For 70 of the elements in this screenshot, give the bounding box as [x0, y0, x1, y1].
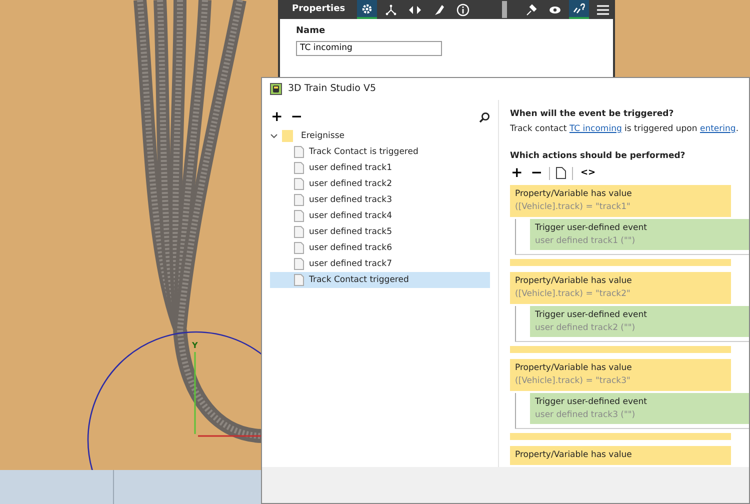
card-title: Property/Variable has value: [515, 275, 633, 288]
track-contact-link[interactable]: TC incoming: [569, 124, 622, 134]
tree-item[interactable]: user defined track3: [270, 192, 490, 208]
card-title: Trigger user-defined event: [535, 396, 648, 408]
condition-card[interactable]: Property/Variable has value: [510, 446, 731, 465]
card-detail: ([Vehicle].track) = "track2": [515, 288, 632, 301]
tree-item[interactable]: Track Contact triggered: [270, 272, 490, 288]
card-title: Trigger user-defined event: [535, 308, 648, 322]
status-divider: [113, 470, 114, 504]
scrollbar-thumb: [502, 1, 507, 18]
remove-button[interactable]: −: [290, 110, 304, 124]
window-title: 3D Train Studio V5: [288, 82, 376, 96]
card-title: Property/Variable has value: [515, 188, 633, 201]
document-icon: [294, 226, 304, 238]
card-title: Trigger user-defined event: [535, 222, 648, 234]
tree-item[interactable]: user defined track6: [270, 240, 490, 256]
field-label: Name: [296, 25, 326, 38]
add-button[interactable]: +: [510, 166, 524, 180]
tree-item[interactable]: user defined track7: [270, 256, 490, 272]
nodes-icon: [384, 2, 398, 16]
remove-button[interactable]: −: [530, 166, 544, 180]
action-card[interactable]: Trigger user-defined event user defined track3 (""): [530, 392, 749, 424]
condition-card[interactable]: Property/Variable has value ([Vehicle].track) = "track2": [510, 272, 731, 304]
panel-title: Properties: [292, 2, 346, 16]
condition-card[interactable]: Property/Variable has value ([Vehicle].track) = "track1": [510, 185, 731, 217]
axis-label: Y: [192, 341, 198, 350]
document-icon: [294, 162, 304, 174]
document-icon: [294, 242, 304, 254]
menu-icon: [596, 2, 610, 16]
x-axis-line: [198, 435, 262, 437]
tree-item[interactable]: user defined track2: [270, 176, 490, 192]
info-icon: [456, 2, 470, 16]
brush-icon: [432, 2, 446, 16]
card-title: Property/Variable has value: [515, 362, 633, 375]
tree-item[interactable]: user defined track5: [270, 224, 490, 240]
event-link[interactable]: entering: [700, 124, 736, 134]
section-heading: When will the event be triggered?: [510, 108, 675, 121]
code-button[interactable]: <>: [579, 168, 597, 178]
link-question-tab[interactable]: [569, 0, 589, 19]
action-card[interactable]: Trigger user-defined event user defined track2 (""): [530, 306, 749, 338]
link-question-icon: [572, 2, 586, 16]
document-icon: [294, 210, 304, 222]
section-heading: Which actions should be performed?: [510, 150, 686, 162]
document-icon: [294, 178, 304, 190]
condition-card[interactable]: Property/Variable has value ([Vehicle].track) = "track3": [510, 359, 731, 391]
document-icon: [294, 274, 304, 286]
trigger-sentence: Track contact TC incoming is triggered upon entering.: [510, 122, 740, 136]
app-icon: [270, 83, 282, 95]
document-icon[interactable]: [556, 167, 566, 180]
document-icon: [294, 258, 304, 270]
tree-folder-label[interactable]: Ereignisse: [301, 130, 345, 142]
card-detail: ([Vehicle].track) = "track3": [515, 375, 632, 388]
document-icon: [294, 146, 304, 158]
search-icon[interactable]: [479, 112, 490, 122]
add-button[interactable]: +: [270, 110, 284, 124]
folder-icon: [282, 130, 293, 142]
tree-item[interactable]: Track Contact is triggered: [270, 144, 490, 160]
card-detail: user defined track2 (""): [535, 322, 636, 334]
expand-chevron-icon[interactable]: [270, 132, 278, 140]
card-detail: user defined track1 (""): [535, 234, 636, 248]
card-detail: ([Vehicle].track) = "track1": [515, 201, 632, 214]
settings-icon: [360, 2, 374, 16]
settings-tab[interactable]: [357, 0, 378, 19]
card-title: Property/Variable has value: [515, 449, 633, 462]
action-card[interactable]: Trigger user-defined event user defined track1 (""): [530, 218, 749, 250]
document-icon: [294, 194, 304, 206]
name-field[interactable]: TC incoming: [296, 40, 442, 56]
tree-item[interactable]: user defined track1: [270, 160, 490, 176]
tree-item[interactable]: user defined track4: [270, 208, 490, 224]
card-detail: user defined track3 (""): [535, 408, 636, 422]
